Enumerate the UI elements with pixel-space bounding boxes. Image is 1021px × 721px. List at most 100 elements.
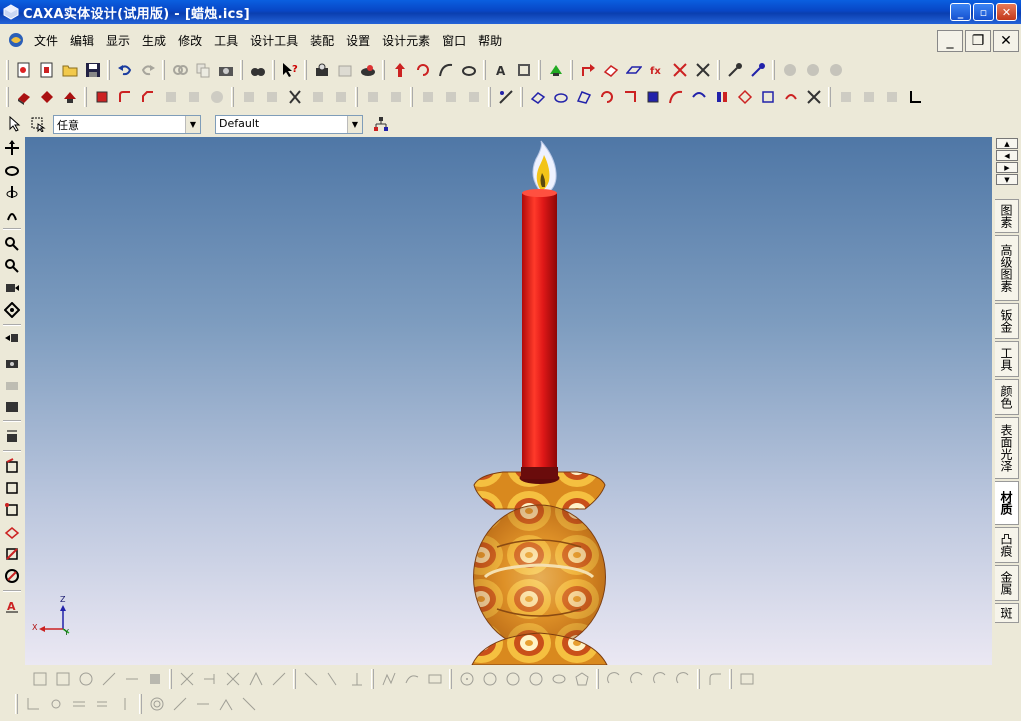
equation-button[interactable]: fx bbox=[645, 59, 668, 81]
bt-frame-button[interactable] bbox=[51, 668, 74, 690]
cross-button[interactable] bbox=[691, 59, 714, 81]
arrow-button[interactable] bbox=[576, 59, 599, 81]
boolean-button[interactable] bbox=[329, 86, 352, 108]
sketch-tool-1-button[interactable] bbox=[1, 455, 23, 477]
bt-layers-button[interactable] bbox=[143, 668, 166, 690]
search-button[interactable] bbox=[246, 59, 269, 81]
select-box-button[interactable] bbox=[26, 113, 49, 135]
shell-feature-button[interactable] bbox=[159, 86, 182, 108]
bt-project-button[interactable] bbox=[120, 668, 143, 690]
bt-break-button[interactable] bbox=[221, 668, 244, 690]
save-button[interactable] bbox=[81, 59, 104, 81]
bt-perpendicular-button[interactable] bbox=[345, 668, 368, 690]
menu-assembly[interactable]: 装配 bbox=[304, 30, 340, 51]
surface-5-button[interactable] bbox=[618, 86, 641, 108]
bt-fix-button[interactable] bbox=[237, 693, 260, 715]
surface-11-button[interactable] bbox=[756, 86, 779, 108]
bt-rectangle-button[interactable] bbox=[423, 668, 446, 690]
shell-button[interactable] bbox=[457, 59, 480, 81]
bt-parallel-button[interactable] bbox=[67, 693, 90, 715]
document-restore-button[interactable]: ❐ bbox=[965, 30, 991, 52]
bt-angle-button[interactable] bbox=[21, 693, 44, 715]
look-at-button[interactable] bbox=[1, 329, 23, 351]
bt-arc-1-button[interactable] bbox=[602, 668, 625, 690]
walk-button[interactable] bbox=[1, 203, 23, 225]
sketch-tool-5-button[interactable] bbox=[1, 543, 23, 565]
design-tree-button[interactable] bbox=[369, 113, 392, 135]
undo-button[interactable] bbox=[113, 59, 136, 81]
gray-tool-3-button[interactable] bbox=[824, 59, 847, 81]
surface-8-button[interactable] bbox=[687, 86, 710, 108]
bt-extend-button[interactable] bbox=[198, 668, 221, 690]
menu-file[interactable]: 文件 bbox=[28, 30, 64, 51]
face-tool-1-button[interactable] bbox=[416, 86, 439, 108]
tab-advanced-elements[interactable]: 高级图素 bbox=[995, 235, 1019, 301]
surface-2-button[interactable] bbox=[549, 86, 572, 108]
surface-13-button[interactable] bbox=[802, 86, 825, 108]
bt-midpoint-button[interactable] bbox=[191, 693, 214, 715]
sketch-tool-6-button[interactable] bbox=[1, 565, 23, 587]
rotate-view-button[interactable] bbox=[1, 181, 23, 203]
bt-grid-button[interactable] bbox=[28, 668, 51, 690]
view-1-button[interactable] bbox=[834, 86, 857, 108]
tab-scroll-up-button[interactable]: ◀ bbox=[996, 150, 1018, 161]
select-pointer-button[interactable] bbox=[3, 113, 26, 135]
curve-button[interactable] bbox=[434, 59, 457, 81]
camera-view-button[interactable] bbox=[1, 351, 23, 373]
face-tool-2-button[interactable] bbox=[439, 86, 462, 108]
view-3-button[interactable] bbox=[880, 86, 903, 108]
bt-symmetric-button[interactable] bbox=[214, 693, 237, 715]
bt-trim-button[interactable] bbox=[175, 668, 198, 690]
spin-button[interactable] bbox=[411, 59, 434, 81]
tab-surface-finish[interactable]: 表面光泽 bbox=[995, 417, 1019, 479]
tab-elements[interactable]: 图素 bbox=[995, 199, 1019, 233]
target-button[interactable] bbox=[1, 299, 23, 321]
bt-circle-center-button[interactable] bbox=[455, 668, 478, 690]
bt-constraint-button[interactable] bbox=[244, 668, 267, 690]
mirror-button[interactable] bbox=[260, 86, 283, 108]
bt-concentric-button[interactable] bbox=[145, 693, 168, 715]
pick-color-button[interactable] bbox=[723, 59, 746, 81]
camera-3-button[interactable] bbox=[1, 395, 23, 417]
chamfer-button[interactable] bbox=[136, 86, 159, 108]
bt-circle-button[interactable] bbox=[74, 668, 97, 690]
surface-12-button[interactable] bbox=[779, 86, 802, 108]
toolbox-button[interactable] bbox=[310, 59, 333, 81]
revolve-button[interactable] bbox=[35, 86, 58, 108]
text-button[interactable]: A bbox=[489, 59, 512, 81]
plane-button[interactable] bbox=[622, 59, 645, 81]
menu-generate[interactable]: 生成 bbox=[136, 30, 172, 51]
menu-tools[interactable]: 工具 bbox=[208, 30, 244, 51]
tab-metal[interactable]: 金属 bbox=[995, 565, 1019, 601]
redo-button[interactable] bbox=[136, 59, 159, 81]
tab-scroll-top-button[interactable]: ▲ bbox=[996, 138, 1018, 149]
face-tool-3-button[interactable] bbox=[462, 86, 485, 108]
tab-spot[interactable]: 斑 bbox=[995, 603, 1019, 623]
thicken-button[interactable] bbox=[306, 86, 329, 108]
bt-tangent-c-button[interactable] bbox=[44, 693, 67, 715]
bt-tangent-button[interactable] bbox=[322, 668, 345, 690]
menu-modify[interactable]: 修改 bbox=[172, 30, 208, 51]
gray-tool-1-button[interactable] bbox=[778, 59, 801, 81]
bt-dimension-button[interactable] bbox=[267, 668, 290, 690]
dimension-button[interactable] bbox=[1, 425, 23, 447]
tab-colors[interactable]: 颜色 bbox=[995, 379, 1019, 415]
bt-polyline-button[interactable] bbox=[377, 668, 400, 690]
bt-fillet-button[interactable] bbox=[703, 668, 726, 690]
face-button[interactable] bbox=[599, 59, 622, 81]
bt-polygon-button[interactable] bbox=[570, 668, 593, 690]
surface-10-button[interactable] bbox=[733, 86, 756, 108]
style-select[interactable]: Default ▼ bbox=[215, 114, 363, 134]
pan-button[interactable] bbox=[1, 137, 23, 159]
camera-2-button[interactable] bbox=[1, 373, 23, 395]
new-drawing-button[interactable] bbox=[35, 59, 58, 81]
bt-ellipse-button[interactable] bbox=[547, 668, 570, 690]
split-button[interactable] bbox=[205, 86, 228, 108]
selection-filter-select[interactable]: 任意 ▼ bbox=[53, 114, 201, 134]
bt-circle-2pt-button[interactable] bbox=[478, 668, 501, 690]
sketch-tool-4-button[interactable] bbox=[1, 521, 23, 543]
tab-scroll-bottom-button[interactable]: ▼ bbox=[996, 174, 1018, 185]
surface-7-button[interactable] bbox=[664, 86, 687, 108]
view-2-button[interactable] bbox=[857, 86, 880, 108]
zoom-fit-button[interactable] bbox=[1, 277, 23, 299]
